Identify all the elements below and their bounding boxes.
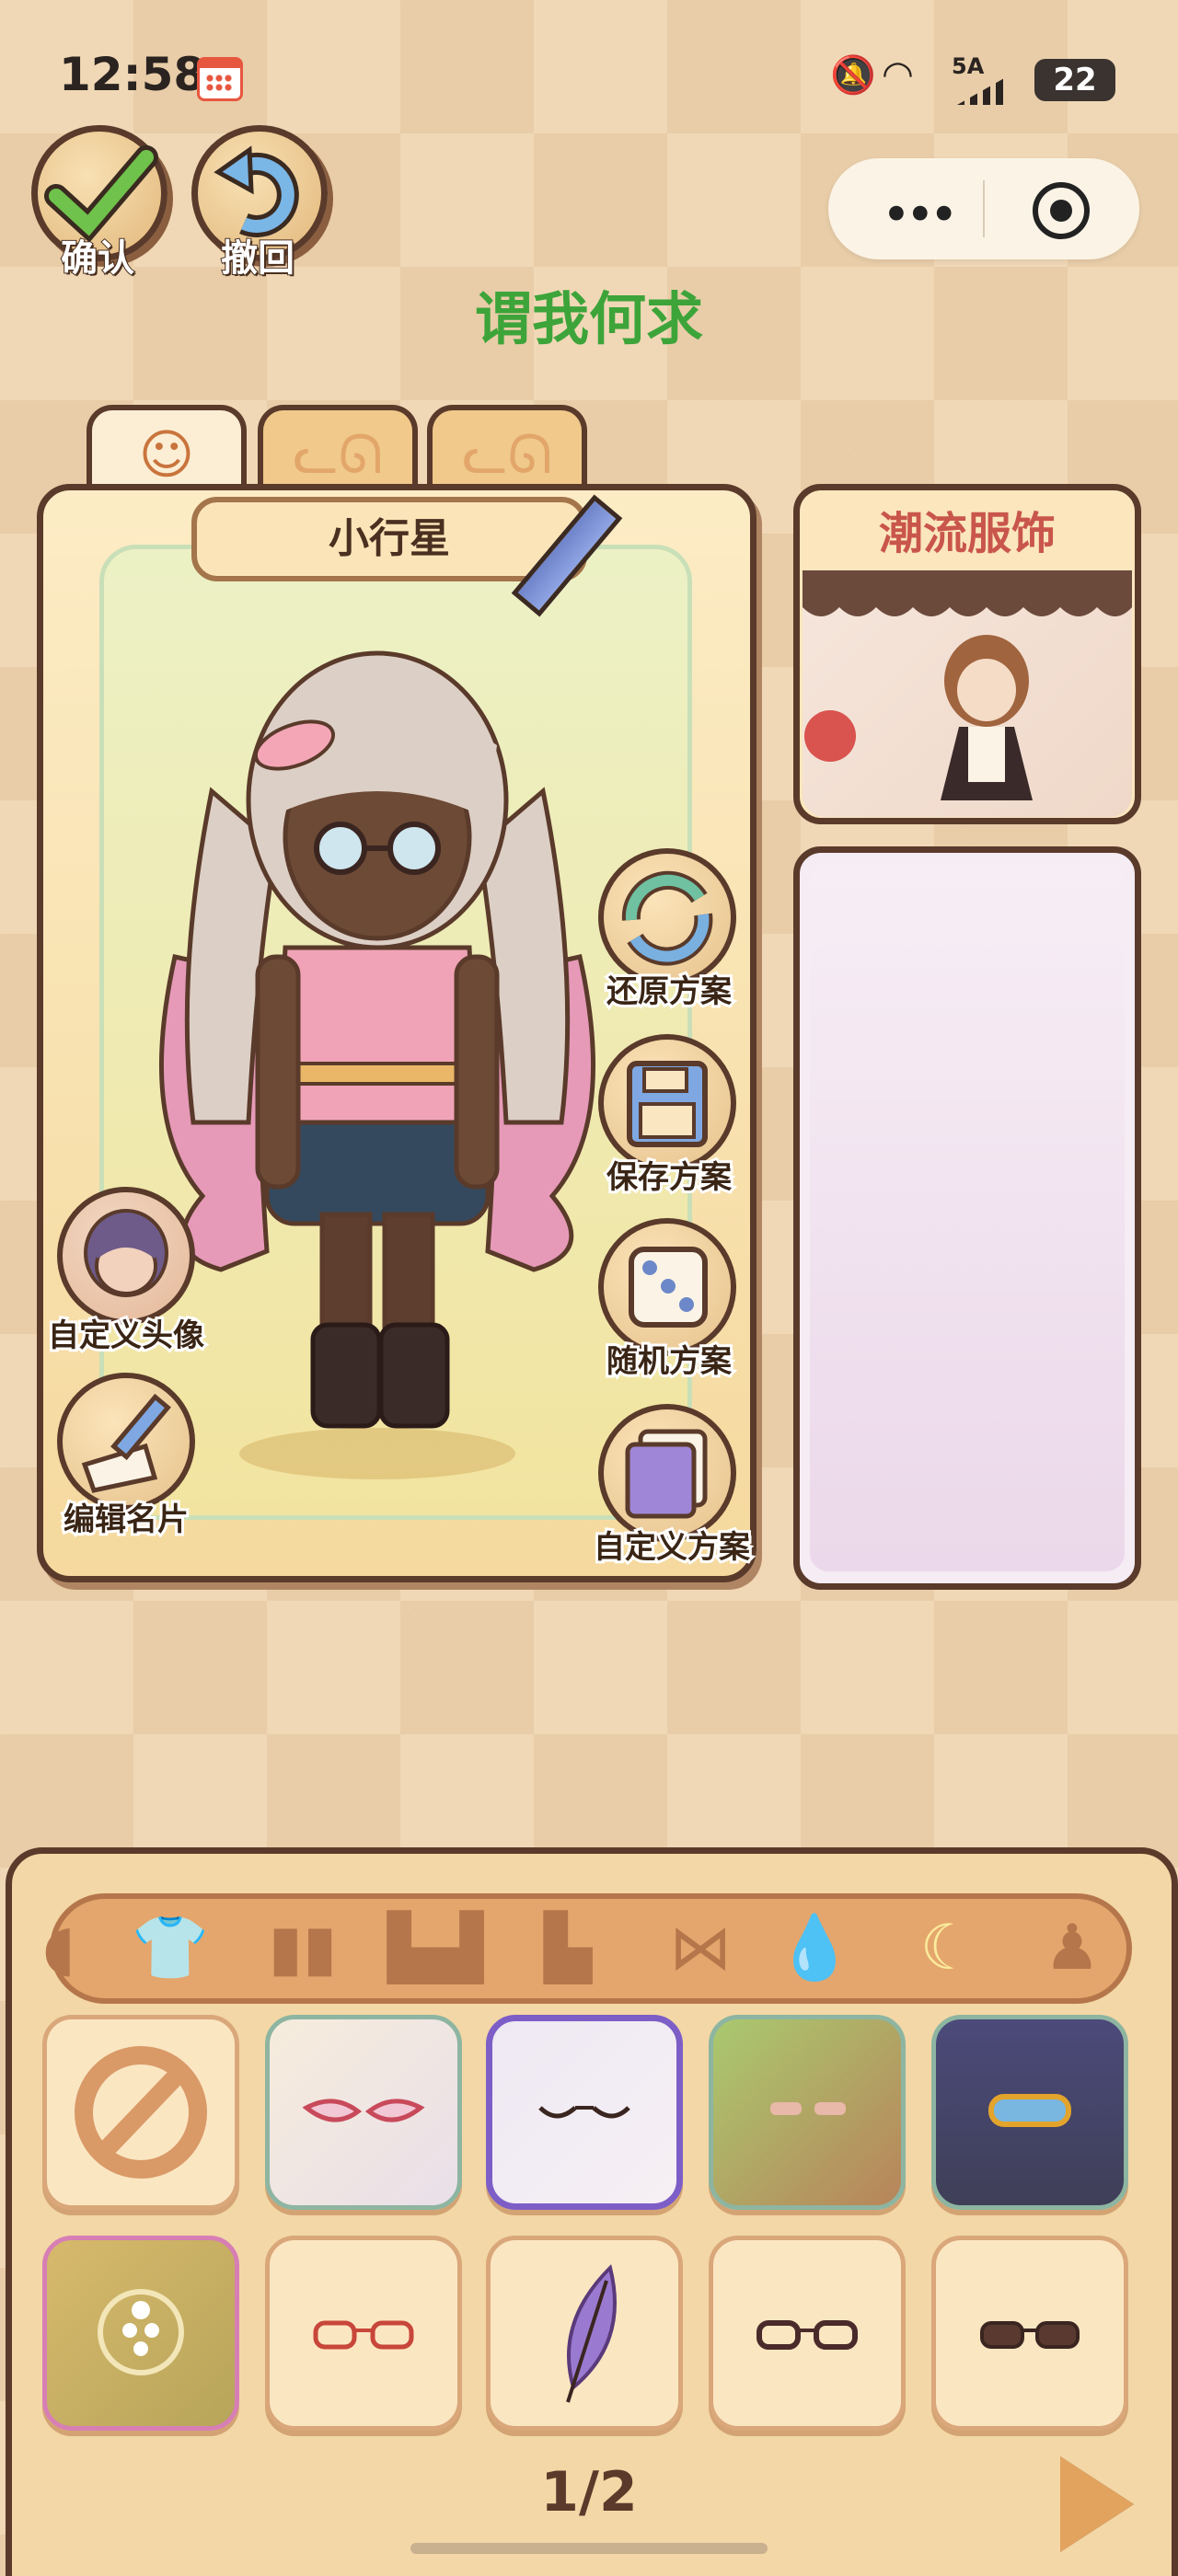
page-indicator: 1/2 xyxy=(540,2460,638,2524)
network-type: 5A xyxy=(952,53,985,79)
more-icon[interactable]: ••• xyxy=(882,190,959,240)
category-coat-icon[interactable]: ▮▮ xyxy=(252,1903,353,1995)
random-plan-label: 随机方案 xyxy=(604,1340,734,1383)
item-none[interactable] xyxy=(42,2015,239,2210)
fashion-banner-image[interactable] xyxy=(803,570,1132,817)
fashion-title: 潮流服饰 xyxy=(878,508,1056,559)
page-subtitle: 谓我何求 xyxy=(474,285,703,352)
maid-character-illustration xyxy=(803,570,1132,800)
item-glasses-cateye[interactable] xyxy=(265,2015,462,2210)
home-indicator xyxy=(410,2543,768,2554)
custom-avatar-button[interactable] xyxy=(57,1187,195,1325)
next-page-arrow-icon[interactable] xyxy=(1060,2456,1134,2552)
category-top-icon[interactable]: 👕 xyxy=(120,1903,221,1995)
category-bow-icon[interactable]: ⋈ xyxy=(650,1903,751,1995)
battery-indicator: 22 xyxy=(1034,59,1115,101)
goggles-icon xyxy=(988,2094,1071,2127)
avatar-icon xyxy=(84,1209,168,1297)
sunglasses-icon xyxy=(980,2321,1080,2349)
red-glasses-icon xyxy=(313,2320,414,2350)
item-goggles-night[interactable] xyxy=(931,2015,1128,2210)
restore-plan-label: 还原方案 xyxy=(604,971,734,1013)
none-icon xyxy=(75,2046,207,2179)
tab-pet-one[interactable]: ᓚᘏ xyxy=(258,405,418,495)
edit-card-label: 编辑名片 xyxy=(61,1499,191,1541)
floppy-disk-icon xyxy=(627,1061,708,1147)
status-time: 12:58 xyxy=(59,48,206,101)
wifi-icon: ◠ xyxy=(882,53,914,96)
category-outfit-icon[interactable]: ▙▟ xyxy=(385,1903,486,1995)
character-name: 小行星 xyxy=(191,497,587,581)
mute-icon: 🔕 xyxy=(830,54,876,97)
tab-pet-two[interactable]: ᓚᘏ xyxy=(427,405,587,495)
item-glasses-forest[interactable] xyxy=(709,2015,906,2210)
item-ornament-gold[interactable] xyxy=(42,2236,239,2431)
thin-glasses-icon xyxy=(538,2106,630,2119)
category-mask-icon[interactable]: ☾ xyxy=(884,1903,1012,1995)
edit-card-icon xyxy=(81,1393,171,1493)
category-earring-icon[interactable]: 💧 xyxy=(764,1903,865,1995)
accessory-preview-area xyxy=(810,863,1125,1571)
card-stack-icon xyxy=(625,1429,708,1519)
category-partial-icon[interactable]: ◖ xyxy=(31,1903,87,1995)
item-sunglasses[interactable] xyxy=(931,2236,1128,2431)
feather-icon xyxy=(566,2264,617,2403)
close-miniprogram-icon[interactable] xyxy=(1033,182,1090,239)
character-figure[interactable] xyxy=(120,607,635,1490)
save-plan-label: 保存方案 xyxy=(604,1156,734,1199)
dark-glasses-icon xyxy=(756,2320,858,2350)
category-doll-icon[interactable]: ♟ xyxy=(1022,1903,1123,1995)
cateye-glasses-icon xyxy=(302,2099,425,2122)
custom-avatar-label: 自定义头像 xyxy=(45,1315,207,1357)
item-feather[interactable] xyxy=(486,2236,683,2431)
item-glasses-thin-selected[interactable] xyxy=(486,2015,683,2210)
refresh-icon xyxy=(621,870,713,966)
capsule-divider xyxy=(983,180,985,237)
jewel-ornament-icon xyxy=(98,2289,184,2375)
calendar-icon xyxy=(197,57,243,101)
custom-plan-label: 自定义方案 xyxy=(591,1526,753,1569)
edit-card-button[interactable] xyxy=(57,1373,195,1511)
dice-icon xyxy=(629,1247,708,1328)
item-glasses-red-frame[interactable] xyxy=(265,2236,462,2431)
item-glasses-dark-frame[interactable] xyxy=(709,2236,906,2431)
category-shoes-icon[interactable]: ▙ xyxy=(517,1903,618,1995)
pale-glasses-icon xyxy=(770,2102,846,2115)
